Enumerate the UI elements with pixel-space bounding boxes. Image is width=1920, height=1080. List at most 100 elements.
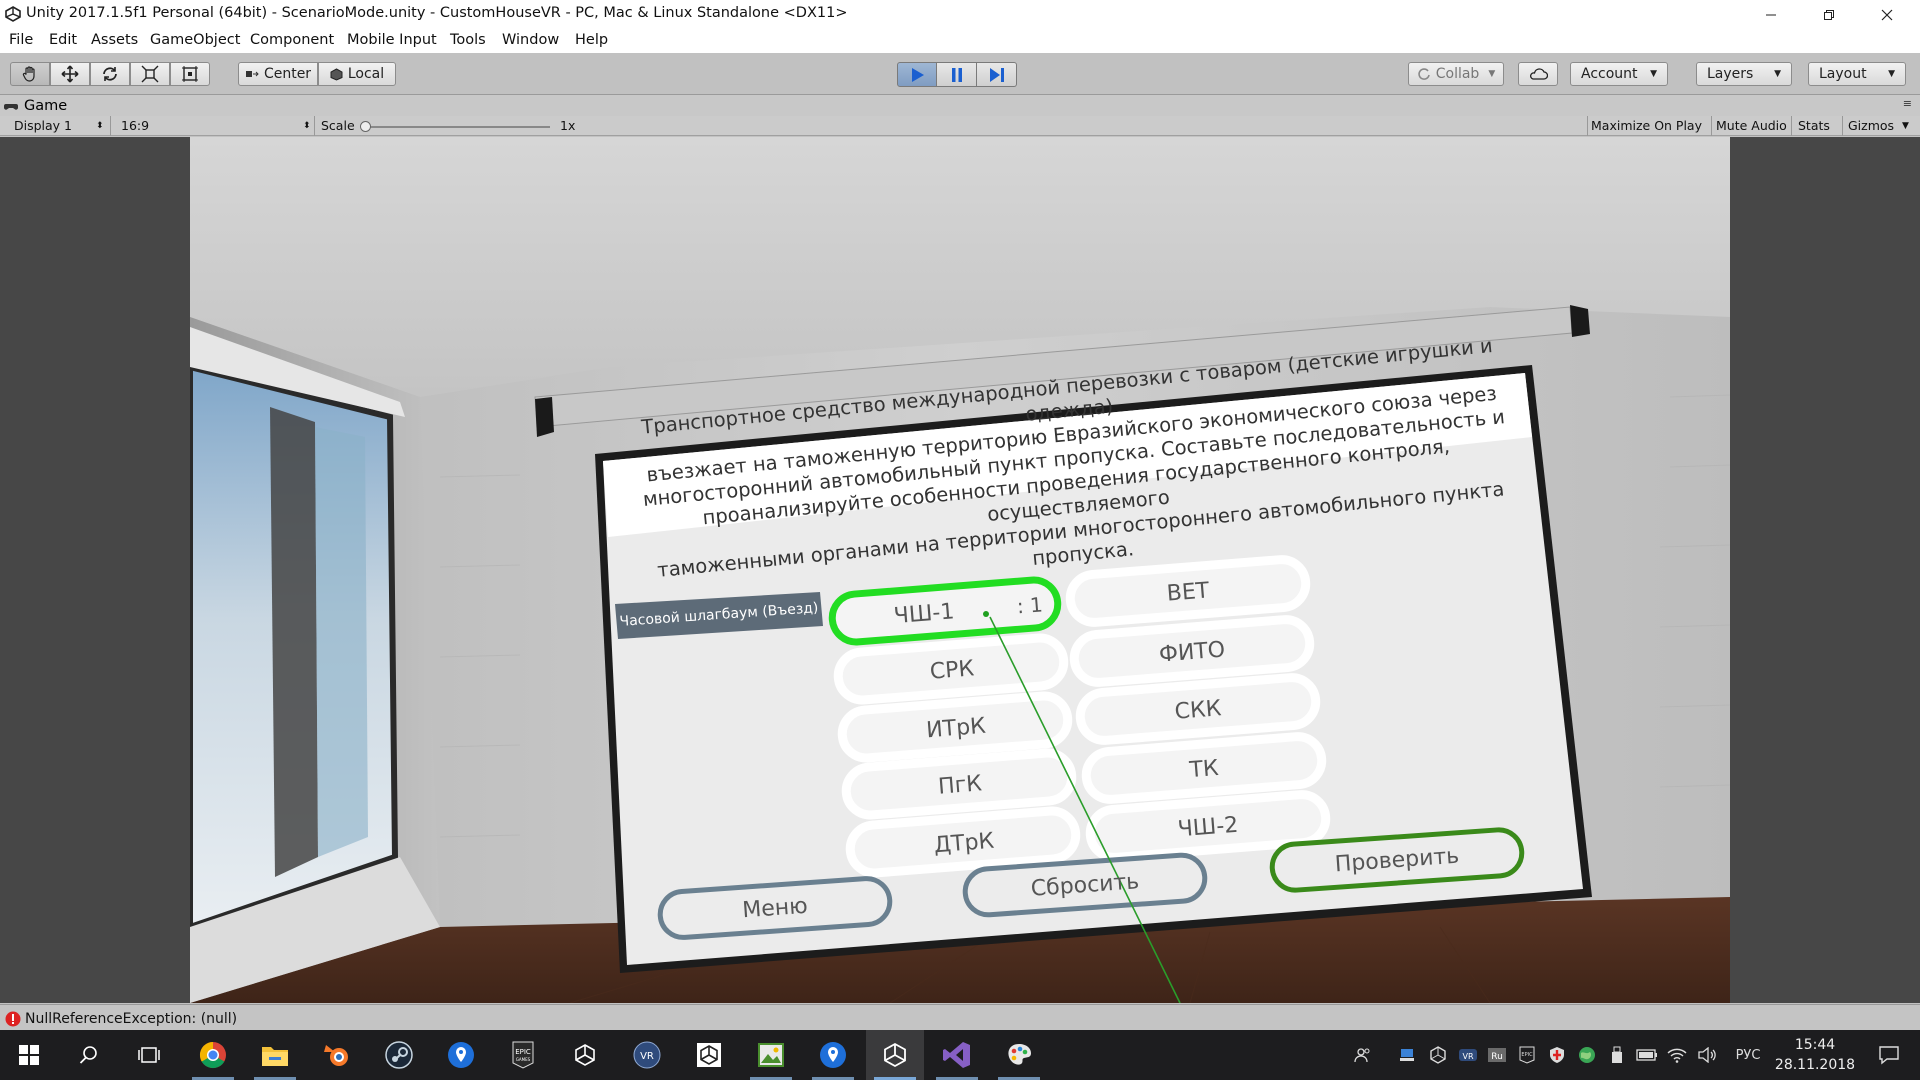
globe-icon — [1579, 1047, 1595, 1063]
taskbar-unity-editor[interactable] — [866, 1030, 924, 1080]
close-button[interactable] — [1858, 0, 1916, 29]
taskbar-unity-hub[interactable] — [556, 1030, 614, 1080]
maps-pin-icon — [448, 1042, 474, 1068]
play-button[interactable] — [897, 62, 937, 87]
gizmos-dropdown[interactable]: Gizmos — [1848, 118, 1894, 133]
task-view-icon — [138, 1047, 160, 1063]
tray-network-drive[interactable] — [1394, 1030, 1420, 1080]
move-tool-button[interactable] — [50, 62, 90, 86]
option-label: СКК — [1173, 695, 1223, 725]
option-label: ИТрК — [925, 713, 987, 743]
account-dropdown[interactable]: Account ▼ — [1570, 62, 1668, 86]
taskbar-visual-studio[interactable] — [928, 1030, 986, 1080]
menu-help[interactable]: Help — [575, 32, 608, 48]
taskbar-image-editor[interactable] — [742, 1030, 800, 1080]
start-button[interactable] — [0, 1030, 58, 1080]
taskbar-maps-2[interactable] — [804, 1030, 862, 1080]
tray-volume[interactable] — [1694, 1030, 1720, 1080]
taskbar-explorer[interactable] — [246, 1030, 304, 1080]
layers-label: Layers — [1707, 66, 1754, 82]
step-button[interactable] — [977, 62, 1017, 87]
display-dropdown[interactable]: Display 1 — [14, 118, 72, 133]
collab-button[interactable]: Collab ▼ — [1408, 62, 1504, 86]
tab-game[interactable]: Game — [4, 95, 67, 116]
stats-toggle[interactable]: Stats — [1798, 118, 1830, 133]
tray-vr[interactable]: VR — [1455, 1030, 1481, 1080]
pivot-label: Center — [263, 66, 312, 82]
cloud-button[interactable] — [1518, 62, 1558, 86]
taskbar-vr[interactable]: VR — [618, 1030, 676, 1080]
menu-mobile-input[interactable]: Mobile Input — [347, 32, 437, 48]
pivot-space-button[interactable]: Local — [318, 62, 396, 86]
menu-edit[interactable]: Edit — [49, 32, 77, 48]
hand-tool-button[interactable] — [10, 62, 50, 86]
menu-tools[interactable]: Tools — [450, 32, 486, 48]
taskbar-blender[interactable] — [308, 1030, 366, 1080]
unity-logo-icon — [5, 6, 21, 22]
layout-label: Layout — [1819, 66, 1867, 82]
tray-usb[interactable] — [1604, 1030, 1630, 1080]
taskbar-paint[interactable] — [990, 1030, 1048, 1080]
restore-button[interactable] — [1800, 0, 1858, 29]
tray-epic[interactable]: EPIC — [1514, 1030, 1540, 1080]
mute-audio-toggle[interactable]: Mute Audio — [1716, 118, 1787, 133]
language-label: РУС — [1735, 1047, 1761, 1063]
tray-language[interactable]: РУС — [1728, 1030, 1768, 1080]
layers-dropdown[interactable]: Layers ▼ — [1696, 62, 1792, 86]
tray-globe[interactable] — [1574, 1030, 1600, 1080]
main-toolbar: Center Local Collab ▼ Account ▼ Layers ▼ La… — [0, 53, 1920, 95]
hand-tool-icon — [22, 66, 35, 82]
minimize-button[interactable] — [1742, 0, 1800, 29]
taskbar-steam[interactable] — [370, 1030, 428, 1080]
tray-clock[interactable]: 15:44 28.11.2018 — [1770, 1035, 1860, 1075]
scale-tool-icon — [141, 65, 159, 83]
menu-gameobject[interactable]: GameObject — [150, 32, 240, 48]
account-label: Account — [1581, 66, 1638, 82]
option-label: ТК — [1188, 755, 1220, 783]
option-order: : 1 — [1016, 592, 1044, 619]
vr-scene[interactable]: Транспортное средство международной пере… — [190, 137, 1730, 1003]
option-label: ВЕТ — [1165, 577, 1211, 607]
option-label: ФИТО — [1158, 636, 1226, 668]
menu-assets[interactable]: Assets — [91, 32, 138, 48]
chevron-down-icon: ▼ — [1650, 69, 1657, 79]
scale-slider[interactable] — [360, 121, 550, 132]
tab-game-label: Game — [24, 97, 68, 114]
tray-unity[interactable] — [1425, 1030, 1451, 1080]
svg-text:EPIC: EPIC — [515, 1048, 531, 1056]
rect-tool-button[interactable] — [170, 62, 210, 86]
tray-shield[interactable] — [1544, 1030, 1570, 1080]
tab-menu-icon[interactable]: ≡ — [1903, 97, 1912, 110]
game-viewport[interactable]: Транспортное средство международной пере… — [0, 137, 1920, 1003]
taskbar-maps[interactable] — [432, 1030, 490, 1080]
search-button[interactable] — [60, 1030, 118, 1080]
scale-tool-button[interactable] — [130, 62, 170, 86]
chevron-down-icon: ▼ — [1902, 121, 1909, 131]
menu-window[interactable]: Window — [502, 32, 559, 48]
blender-icon — [324, 1045, 348, 1066]
tray-people[interactable] — [1350, 1030, 1376, 1080]
tray-keyboard-ru[interactable]: Ru — [1484, 1030, 1510, 1080]
taskbar-chrome[interactable] — [184, 1030, 242, 1080]
pivot-center-button[interactable]: Center — [238, 62, 318, 86]
pause-button[interactable] — [937, 62, 977, 87]
volume-icon — [1698, 1047, 1716, 1063]
menu-file[interactable]: File — [9, 32, 33, 48]
menu-component[interactable]: Component — [250, 32, 334, 48]
collab-label: Collab — [1435, 66, 1480, 82]
pivot-icon — [245, 71, 259, 77]
tray-battery[interactable] — [1634, 1030, 1660, 1080]
layout-dropdown[interactable]: Layout ▼ — [1808, 62, 1906, 86]
tray-wifi[interactable] — [1664, 1030, 1690, 1080]
minimize-icon — [1766, 14, 1776, 15]
taskbar-epic-games[interactable]: EPIC GAMES — [494, 1030, 552, 1080]
maps-pin-icon — [820, 1042, 846, 1068]
rotate-tool-button[interactable] — [90, 62, 130, 86]
task-view-button[interactable] — [120, 1030, 178, 1080]
aspect-dropdown[interactable]: 16:9 — [121, 118, 149, 133]
scale-slider-thumb[interactable] — [360, 121, 371, 132]
wifi-icon — [1667, 1048, 1687, 1063]
maximize-on-play-toggle[interactable]: Maximize On Play — [1591, 118, 1702, 133]
taskbar-unity[interactable] — [680, 1030, 738, 1080]
action-center-button[interactable] — [1860, 1030, 1918, 1080]
